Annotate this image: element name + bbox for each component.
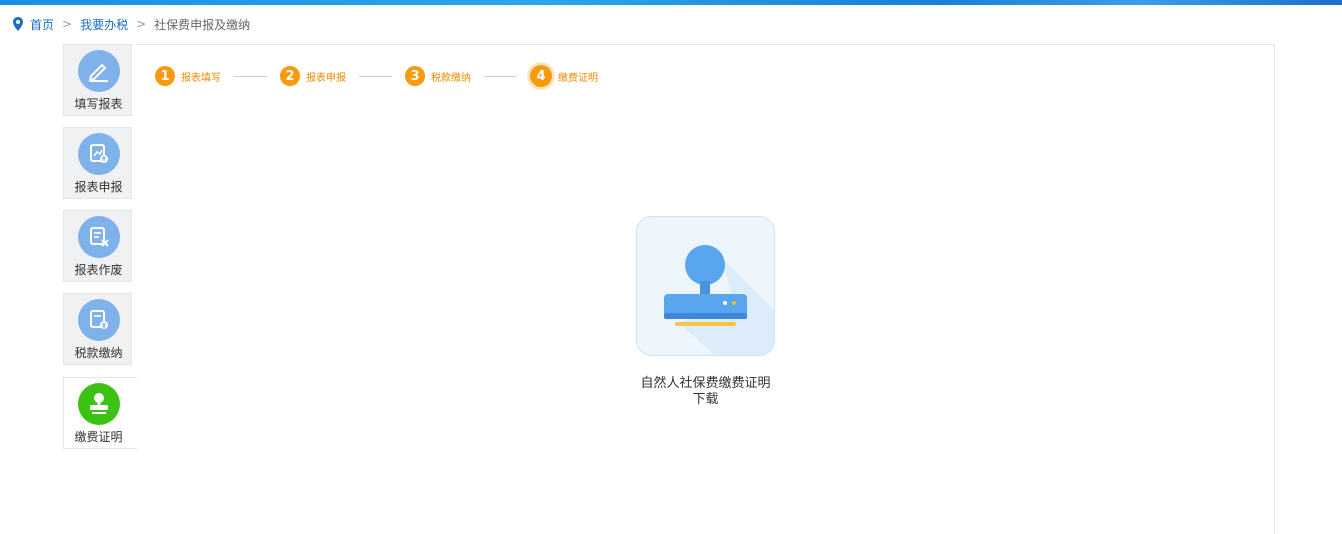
step-connector: [484, 75, 517, 77]
breadcrumb-separator: >: [136, 17, 147, 31]
report-upload-icon: [78, 133, 120, 175]
sidebar-item-fill-report[interactable]: 填写报表: [63, 44, 132, 116]
step-number: 2: [280, 66, 300, 86]
sidebar-item-label: 税款缴纳: [74, 346, 123, 360]
location-pin-icon: [13, 17, 23, 31]
sidebar: 填写报表 报表申报 报表作废 税款缴纳 缴费证明: [63, 44, 137, 534]
breadcrumb-tax-link[interactable]: 我要办税: [80, 16, 128, 33]
caption-line: 下载: [692, 392, 719, 407]
sidebar-item-tax-payment[interactable]: 税款缴纳: [63, 293, 132, 365]
sidebar-item-report-submit[interactable]: 报表申报: [63, 127, 132, 199]
sidebar-item-label: 报表申报: [74, 180, 123, 194]
tax-payment-icon: [78, 299, 120, 341]
sidebar-item-report-void[interactable]: 报表作废: [63, 210, 132, 282]
top-banner-strip: [0, 0, 1342, 5]
step-number: 4: [530, 65, 552, 87]
breadcrumb-home-link[interactable]: 首页: [30, 16, 54, 33]
step-connector: [359, 75, 392, 77]
sidebar-item-label: 填写报表: [74, 97, 123, 111]
step-label: 报表申报: [306, 72, 346, 84]
step-payment-certificate: 4 缴费证明: [530, 65, 598, 87]
pencil-icon: [78, 50, 120, 92]
breadcrumb-separator: >: [62, 17, 73, 31]
stamp-icon: [78, 383, 120, 425]
step-number: 3: [405, 66, 425, 86]
step-label: 报表填写: [181, 72, 221, 84]
sidebar-item-label: 报表作废: [74, 263, 123, 277]
breadcrumb: 首页 > 我要办税 > 社保费申报及缴纳: [12, 15, 250, 33]
step-fill-report: 1 报表填写: [155, 66, 221, 86]
step-tax-payment: 3 税款缴纳: [405, 66, 471, 86]
sidebar-item-payment-certificate[interactable]: 缴费证明: [63, 377, 137, 449]
step-connector: [234, 75, 267, 77]
caption-line: 自然人社保费缴费证明: [640, 376, 771, 391]
step-number: 1: [155, 66, 175, 86]
step-label: 缴费证明: [558, 72, 598, 84]
step-report-submit: 2 报表申报: [280, 66, 346, 86]
sidebar-item-label: 缴费证明: [74, 430, 123, 444]
report-void-icon: [78, 216, 120, 258]
breadcrumb-current: 社保费申报及缴纳: [154, 17, 251, 32]
progress-steps: 1 报表填写 2 报表申报 3 税款缴纳 4 缴费证明: [155, 64, 598, 88]
stamp-icon: [664, 245, 774, 355]
certificate-download-card[interactable]: [636, 216, 775, 356]
certificate-download-caption[interactable]: 自然人社保费缴费证明 下载: [630, 376, 781, 408]
step-label: 税款缴纳: [431, 72, 471, 84]
